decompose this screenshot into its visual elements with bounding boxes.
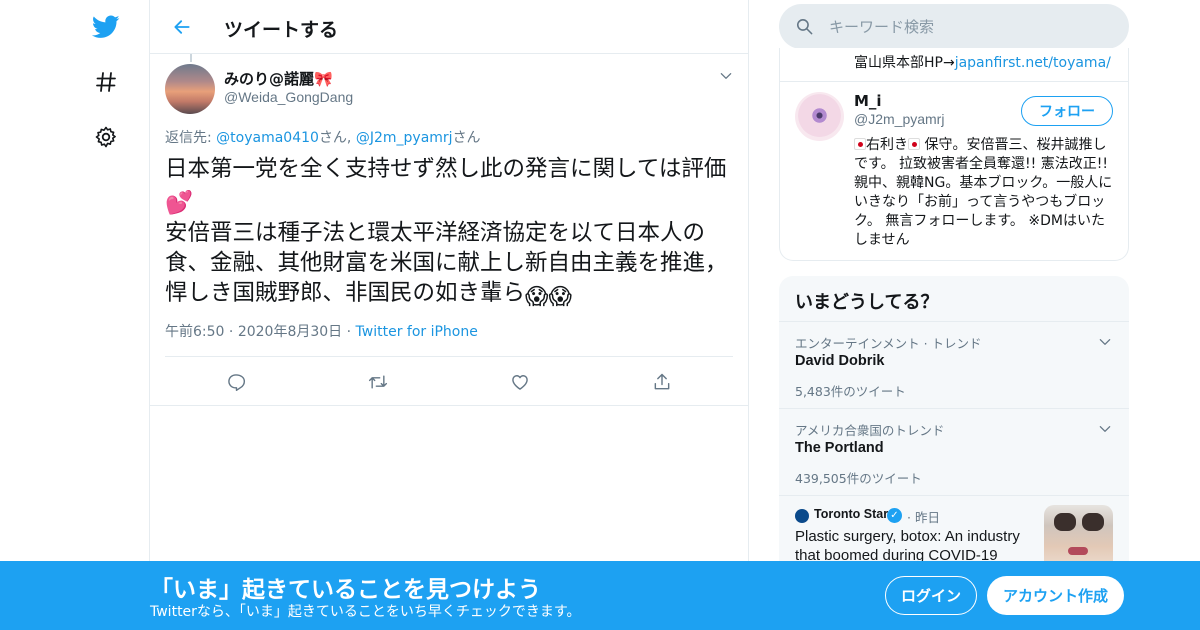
- tweet-text-part1: 日本第一党を全く支持せず然し此の発言に関しては評価: [165, 156, 727, 182]
- reply-suffix: さん: [452, 130, 481, 146]
- reply-button[interactable]: [221, 367, 251, 397]
- reply-icon: [228, 374, 246, 392]
- tweet: みのり@諾麗🎀 @Weida_GongDang 返信先: @toyama0410…: [150, 54, 748, 406]
- trend-menu-button[interactable]: [1095, 332, 1115, 352]
- settings-button[interactable]: [86, 117, 126, 157]
- ribbon-emoji-icon: 🎀: [314, 70, 333, 88]
- verified-badge-icon: ✓: [887, 508, 902, 523]
- trend-item[interactable]: アメリカ合衆国のトレンド The Portland 439,505件のツイート: [779, 409, 1129, 496]
- banner-title: 「いま」起きていることを見つけよう: [150, 577, 541, 603]
- follow-button[interactable]: フォロー: [1021, 96, 1113, 126]
- news-title: Plastic surgery, botox: An industry that…: [795, 528, 1020, 564]
- banner-subtitle: Twitterなら、「いま」起きていることをいち早くチェックできます。: [150, 604, 581, 620]
- back-button[interactable]: [166, 11, 198, 43]
- trends-title: いまどうしてる？: [795, 292, 939, 313]
- trend-menu-button[interactable]: [1095, 419, 1115, 439]
- tweet-meta: 午前6:50 · 2020年8月30日 · Twitter for iPhone: [165, 321, 478, 341]
- signup-button[interactable]: アカウント作成: [987, 576, 1124, 615]
- gear-icon: [95, 126, 116, 148]
- meta-dot: ·: [346, 324, 352, 340]
- reply-user-link-2[interactable]: @J2m_pyamrj: [356, 130, 453, 146]
- trend-name: The Portland: [795, 440, 884, 456]
- search-input[interactable]: [829, 4, 1109, 49]
- retweet-icon: [368, 375, 388, 389]
- page-header: ツイートする: [150, 0, 748, 54]
- reply-to-line: 返信先: @toyama0410さん, @J2m_pyamrjさん: [165, 127, 481, 147]
- main-column: ツイートする みのり@諾麗🎀 @Weida_GongDang 返信先: @toy…: [149, 0, 749, 630]
- hashtag-icon: [96, 72, 116, 92]
- back-arrow-icon: [174, 20, 190, 34]
- twitter-logo-button[interactable]: [86, 7, 126, 47]
- prev-bio-link[interactable]: japanfirst.net/toyama/: [955, 55, 1111, 71]
- trend-count: 439,505件のツイート: [795, 471, 922, 486]
- news-source: Toronto Star: [814, 507, 889, 521]
- reply-user-link-1[interactable]: @toyama0410: [216, 130, 319, 146]
- retweet-button[interactable]: [363, 367, 393, 397]
- search-icon: [796, 18, 813, 35]
- divider: [780, 81, 1128, 82]
- tweet-date[interactable]: 2020年8月30日: [238, 324, 342, 340]
- avatar[interactable]: [165, 64, 215, 114]
- scream-emoji-icon: 😱😱: [525, 284, 572, 310]
- user-name-text: みのり@諾麗: [224, 70, 315, 88]
- login-button[interactable]: ログイン: [885, 576, 977, 615]
- chevron-down-icon: [720, 73, 732, 79]
- profile-bio-part2: 保守。安倍晋三、桜井誠推しです。 拉致被害者全員奪還!! 憲法改正!! 親中、親…: [854, 137, 1113, 248]
- left-nav: [80, 0, 130, 630]
- previous-profile-bio: 富山県本部HP→japanfirst.net/toyama/: [854, 52, 1111, 72]
- tweet-source[interactable]: Twitter for iPhone: [356, 324, 478, 340]
- trend-category: エンターテインメント · トレンド: [795, 336, 982, 351]
- trends-panel: いまどうしてる？ エンターテインメント · トレンド David Dobrik …: [779, 276, 1129, 576]
- japan-flag-icon: [854, 138, 866, 150]
- profile-card: 富山県本部HP→japanfirst.net/toyama/ M_i @J2m_…: [779, 48, 1129, 261]
- search-box[interactable]: [779, 4, 1129, 49]
- trend-item[interactable]: エンターテインメント · トレンド David Dobrik 5,483件のツイ…: [779, 322, 1129, 409]
- prev-bio-text: 富山県本部HP→: [854, 55, 955, 71]
- trend-category: アメリカ合衆国のトレンド: [795, 423, 945, 438]
- explore-button[interactable]: [86, 62, 126, 102]
- twitter-bird-icon: [92, 15, 120, 38]
- japan-flag-icon: [908, 138, 920, 150]
- profile-bio: 右利き 保守。安倍晋三、桜井誠推しです。 拉致被害者全員奪還!! 憲法改正!! …: [854, 136, 1116, 250]
- profile-handle[interactable]: @J2m_pyamrj: [854, 111, 944, 127]
- chevron-down-icon: [1099, 426, 1111, 432]
- tweet-menu-button[interactable]: [716, 66, 736, 86]
- tweet-actions: [150, 367, 748, 397]
- trend-name: David Dobrik: [795, 353, 885, 369]
- two-hearts-emoji-icon: 💕: [165, 190, 194, 216]
- heart-icon: [512, 375, 528, 390]
- user-name[interactable]: みのり@諾麗🎀: [224, 68, 333, 89]
- user-handle[interactable]: @Weida_GongDang: [224, 89, 353, 105]
- divider: [165, 356, 733, 357]
- news-time: · 昨日: [907, 510, 940, 525]
- profile-name[interactable]: M_i: [854, 92, 882, 110]
- share-icon: [654, 373, 670, 390]
- avatar[interactable]: [795, 92, 844, 141]
- reply-prefix: 返信先:: [165, 130, 217, 146]
- meta-dot: ·: [228, 324, 234, 340]
- trend-count: 5,483件のツイート: [795, 384, 906, 399]
- tweet-text: 日本第一党を全く支持せず然し此の発言に関しては評価 💕 安倍晋三は種子法と環太平洋…: [165, 154, 735, 312]
- reply-mid: さん,: [318, 130, 356, 146]
- profile-bio-part1: 右利き: [866, 137, 908, 153]
- tweet-text-part2: 安倍晋三は種子法と環太平洋経済協定を以て日本人の食、金融、其他財富を米国に献上し…: [165, 220, 728, 306]
- like-button[interactable]: [505, 367, 535, 397]
- share-button[interactable]: [647, 367, 677, 397]
- toronto-star-logo-icon: [795, 509, 809, 523]
- chevron-down-icon: [1099, 339, 1111, 345]
- page-title: ツイートする: [224, 19, 339, 41]
- tweet-time[interactable]: 午前6:50: [165, 324, 224, 340]
- signup-banner: 「いま」起きていることを見つけよう Twitterなら、「いま」起きていることを…: [0, 561, 1200, 630]
